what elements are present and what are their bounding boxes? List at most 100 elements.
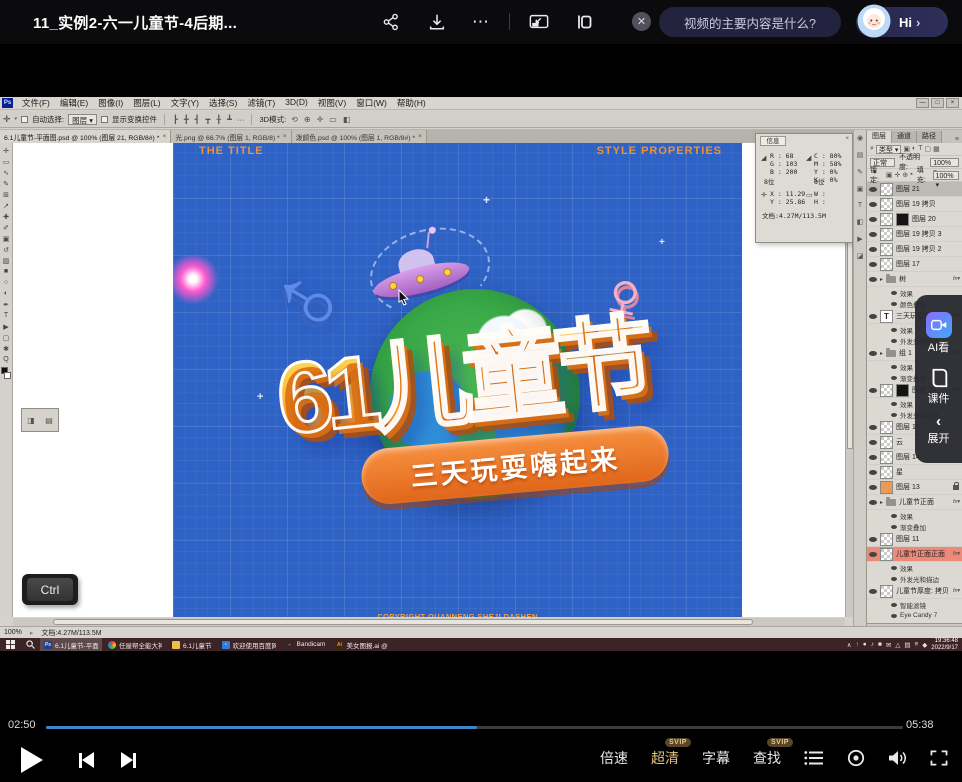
quality-button[interactable]: 超清 SVIP <box>651 748 679 768</box>
dock-panel-icon[interactable]: ▶ <box>857 235 862 243</box>
tool-dodge[interactable]: ◐ <box>1 288 12 299</box>
fx-indicator[interactable]: fx▾ <box>953 551 960 557</box>
play-button[interactable] <box>21 747 43 773</box>
visibility-eye-icon[interactable] <box>891 614 897 618</box>
visibility-eye-icon[interactable] <box>869 351 877 356</box>
visibility-eye-icon[interactable] <box>869 552 877 557</box>
tool-eraser[interactable]: ▨ <box>1 255 12 266</box>
doc-tab[interactable]: 光.png @ 66.7% (图层 1, RGB/8) *× <box>171 130 291 143</box>
lock-icon[interactable]: ⊕ <box>902 171 908 179</box>
menu-item[interactable]: 窗口(W) <box>351 97 392 109</box>
find-button[interactable]: 查找 SVIP <box>753 748 781 768</box>
visibility-eye-icon[interactable] <box>869 500 877 505</box>
previous-button[interactable] <box>79 752 94 768</box>
visibility-eye-icon[interactable] <box>891 291 897 295</box>
taskbar-item[interactable]: ●Bandicam <box>282 638 330 651</box>
tool-move[interactable]: ✛ <box>1 145 12 156</box>
visibility-eye-icon[interactable] <box>869 455 877 460</box>
window-button[interactable]: × <box>946 98 959 108</box>
dock-panel-icon[interactable]: ▣ <box>857 185 864 193</box>
ps-canvas[interactable]: THE TITLE STYLE PROPERTIES ♂ ♀ + + + 61儿… <box>13 143 853 617</box>
visibility-eye-icon[interactable] <box>869 589 877 594</box>
tool-history-brush[interactable]: ↺ <box>1 244 12 255</box>
visibility-eye-icon[interactable] <box>891 302 897 306</box>
dock-panel-icon[interactable]: ✎ <box>857 168 863 176</box>
layers-tab-路径[interactable]: 路径 <box>917 131 942 143</box>
visibility-eye-icon[interactable] <box>891 514 897 518</box>
opacity-value[interactable]: 100% ▾ <box>930 158 959 167</box>
info-panel-tab[interactable]: 信息 <box>760 136 786 146</box>
menu-item[interactable]: 视图(V) <box>313 97 351 109</box>
menu-item[interactable]: 图层(L) <box>128 97 165 109</box>
tray-icon[interactable]: ∧ <box>847 641 852 649</box>
fx-indicator[interactable]: fx▾ <box>953 276 960 282</box>
search-icon[interactable]: ⌕ <box>870 145 874 153</box>
tool-quick-select[interactable]: ✎ <box>1 178 12 189</box>
layer-row[interactable]: 儿童节厚度: 拷贝fx▾ <box>867 584 962 599</box>
filter-icon[interactable]: ▦ <box>933 145 940 153</box>
layer-effect-row[interactable]: Eye Candy 7 <box>867 610 962 620</box>
download-icon[interactable] <box>426 11 448 33</box>
tray-icon[interactable]: ✉ <box>886 641 891 649</box>
tool-lasso[interactable]: ∿ <box>1 167 12 178</box>
window-button[interactable]: □ <box>931 98 944 108</box>
lock-icon[interactable]: ▪ <box>910 171 912 179</box>
auto-select-dropdown[interactable]: 图层 ▾ <box>68 114 97 125</box>
align-bottom-icon[interactable]: ┻ <box>226 115 233 124</box>
progress-bar[interactable] <box>46 726 903 729</box>
layer-row[interactable]: 星 <box>867 465 962 480</box>
visibility-eye-icon[interactable] <box>869 537 877 542</box>
menu-item[interactable]: 编辑(E) <box>55 97 93 109</box>
layer-row[interactable]: 图层 11 <box>867 532 962 547</box>
tool-pen[interactable]: ✒ <box>1 299 12 310</box>
canvas-horizontal-scrollbar[interactable] <box>13 618 845 626</box>
visibility-eye-icon[interactable] <box>891 402 897 406</box>
volume-icon[interactable] <box>888 750 907 766</box>
courseware-label[interactable]: 课件 <box>928 390 950 406</box>
tool-path-select[interactable]: ▶ <box>1 321 12 332</box>
visibility-eye-icon[interactable] <box>869 202 877 207</box>
tool-type[interactable]: T <box>1 310 12 321</box>
playlist-icon[interactable] <box>804 750 824 766</box>
tray-icon[interactable]: ● <box>863 641 867 649</box>
taskbar-item[interactable]: Ps6.1儿童节-平面图.p... <box>40 638 102 651</box>
menu-item[interactable]: 文件(F) <box>17 97 55 109</box>
tray-icon[interactable]: ≡ <box>915 641 919 649</box>
align-left-icon[interactable]: ┣ <box>172 115 179 124</box>
dock-panel-icon[interactable]: ▤ <box>857 151 864 159</box>
taskbar-item[interactable]: 6.1儿童节 <box>168 638 216 651</box>
layers-tab-通道[interactable]: 通道 <box>892 131 917 143</box>
layer-row[interactable]: 图层 21 <box>867 182 962 197</box>
visibility-eye-icon[interactable] <box>891 577 897 581</box>
tray-icon[interactable]: ↑ <box>856 641 859 649</box>
visibility-eye-icon[interactable] <box>869 262 877 267</box>
tool-crop[interactable]: ⊞ <box>1 189 12 200</box>
tool-zoom[interactable]: Q <box>1 354 12 365</box>
tool-hand[interactable]: ✱ <box>1 343 12 354</box>
mini-window-icon[interactable] <box>573 11 595 33</box>
layer-effect-row[interactable]: 外发光和描边 <box>867 573 962 584</box>
group-caret-icon[interactable]: ▸ <box>880 350 883 357</box>
visibility-eye-icon[interactable] <box>869 470 877 475</box>
tool-gradient[interactable]: ■ <box>1 266 12 277</box>
visibility-eye-icon[interactable] <box>869 388 877 393</box>
more-icon[interactable]: ⋯ <box>470 11 492 33</box>
dock-panel-icon[interactable]: ◪ <box>857 252 864 260</box>
fill-value[interactable]: 100% ▾ <box>933 171 959 180</box>
panel-menu-icon[interactable]: ≡ <box>955 136 962 143</box>
layer-row[interactable]: 图层 17 <box>867 257 962 272</box>
menu-item[interactable]: 滤镜(T) <box>242 97 280 109</box>
ai-watch-label[interactable]: AI看 <box>926 339 952 355</box>
layer-effect-row[interactable]: 渐变叠加 <box>867 521 962 532</box>
tab-close-icon[interactable]: × <box>162 133 166 140</box>
ai-watch-icon[interactable] <box>926 312 952 338</box>
layer-row[interactable]: 图层 19 拷贝 <box>867 197 962 212</box>
tray-icon[interactable]: △ <box>895 641 900 649</box>
menu-item[interactable]: 图像(I) <box>93 97 128 109</box>
filter-kind-dropdown[interactable]: 类型 ▾ <box>876 145 901 154</box>
layers-tab-图层[interactable]: 图层 <box>867 131 892 143</box>
options-ellipsis[interactable]: ··· <box>237 115 245 124</box>
visibility-eye-icon[interactable] <box>869 440 877 445</box>
doc-tab[interactable]: 泼颜色.psd @ 100% (图层 1, RGB/8#) *× <box>292 130 427 143</box>
tool-healing-brush[interactable]: ✚ <box>1 211 12 222</box>
